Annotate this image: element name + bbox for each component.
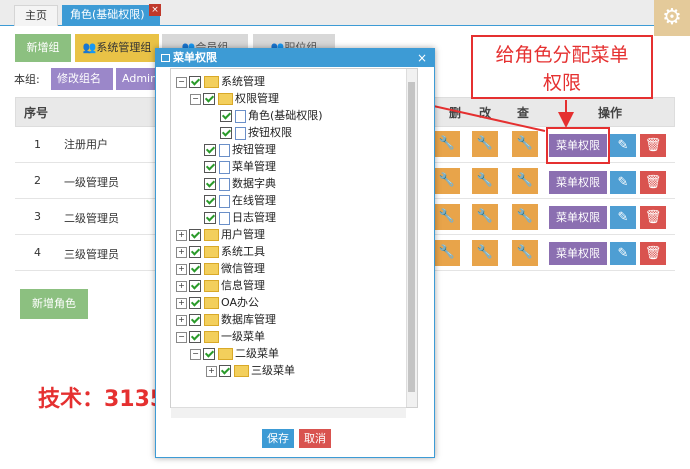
folder-icon — [218, 348, 233, 360]
checkbox[interactable] — [189, 280, 201, 292]
folder-icon — [204, 331, 219, 343]
folder-icon — [204, 280, 219, 292]
checkbox[interactable] — [189, 331, 201, 343]
folder-icon — [234, 365, 249, 377]
tree-node[interactable]: − 二级菜单 — [190, 345, 279, 362]
tree-label: 在线管理 — [232, 194, 276, 207]
checkbox[interactable] — [189, 314, 201, 326]
tree-node[interactable]: − 一级菜单 — [176, 328, 265, 345]
tree-node[interactable]: 数据字典 — [204, 175, 276, 192]
checkbox[interactable] — [204, 195, 216, 207]
tree-node[interactable]: + 信息管理 — [176, 277, 265, 294]
tree-toggle[interactable]: + — [176, 263, 187, 275]
tree-toggle[interactable]: − — [176, 331, 187, 343]
tree-label: 系统管理 — [221, 75, 265, 88]
tree-node[interactable]: + 三级菜单 — [206, 362, 295, 379]
tree-toggle[interactable]: + — [176, 229, 187, 241]
tree-node[interactable]: 按钮权限 — [220, 124, 292, 141]
checkbox[interactable] — [204, 178, 216, 190]
tree-toggle[interactable]: − — [176, 76, 187, 88]
scrollbar-thumb[interactable] — [408, 82, 415, 392]
file-icon — [219, 211, 230, 225]
file-icon — [235, 109, 246, 123]
tree-label: 用户管理 — [221, 228, 265, 241]
tree-toggle[interactable]: − — [190, 348, 201, 360]
tree-label: 信息管理 — [221, 279, 265, 292]
tree-toggle[interactable]: − — [190, 93, 201, 105]
tree-toggle[interactable]: + — [176, 297, 187, 309]
file-icon — [219, 160, 230, 174]
checkbox[interactable] — [220, 110, 232, 122]
tree-node[interactable]: 角色(基础权限) — [220, 107, 323, 124]
tree-label: 数据库管理 — [221, 313, 276, 326]
folder-icon — [204, 297, 219, 309]
tree-label: 一级菜单 — [221, 330, 265, 343]
checkbox[interactable] — [189, 263, 201, 275]
cancel-button[interactable]: 取消 — [299, 429, 331, 448]
tree-node[interactable]: + 用户管理 — [176, 226, 265, 243]
tree-label: 系统工具 — [221, 245, 265, 258]
tree-label: 二级菜单 — [235, 347, 279, 360]
tree-node[interactable]: + 数据库管理 — [176, 311, 276, 328]
checkbox[interactable] — [219, 365, 231, 377]
checkbox[interactable] — [204, 212, 216, 224]
checkbox[interactable] — [220, 127, 232, 139]
tree-node[interactable]: 菜单管理 — [204, 158, 276, 175]
folder-icon — [204, 246, 219, 258]
file-icon — [219, 194, 230, 208]
file-icon — [219, 177, 230, 191]
tree-toggle[interactable]: + — [176, 246, 187, 258]
tree-node[interactable]: 按钮管理 — [204, 141, 276, 158]
tree-node[interactable]: 在线管理 — [204, 192, 276, 209]
tree-toggle[interactable]: + — [206, 365, 217, 377]
close-icon[interactable]: × — [414, 49, 430, 67]
tree-label: 菜单管理 — [232, 160, 276, 173]
checkbox[interactable] — [189, 229, 201, 241]
save-button[interactable]: 保存 — [262, 429, 294, 448]
checkbox[interactable] — [189, 297, 201, 309]
tree-label: 三级菜单 — [251, 364, 295, 377]
tree-toggle[interactable]: + — [176, 314, 187, 326]
tree-label: 数据字典 — [232, 177, 276, 190]
window-icon — [161, 54, 170, 62]
folder-icon — [204, 314, 219, 326]
tree-label: 权限管理 — [235, 92, 279, 105]
dialog-title: 菜单权限 — [156, 49, 434, 67]
checkbox[interactable] — [189, 246, 201, 258]
tree-label: 角色(基础权限) — [248, 109, 323, 122]
tree-node[interactable]: − 权限管理 — [190, 90, 279, 107]
checkbox[interactable] — [203, 348, 215, 360]
folder-icon — [218, 93, 233, 105]
checkbox[interactable] — [203, 93, 215, 105]
folder-icon — [204, 263, 219, 275]
folder-icon — [204, 76, 219, 88]
tree-label: 日志管理 — [232, 211, 276, 224]
tree-label: OA办公 — [221, 296, 259, 309]
tree-node[interactable]: + OA办公 — [176, 294, 259, 311]
checkbox[interactable] — [204, 161, 216, 173]
checkbox[interactable] — [189, 76, 201, 88]
horizontal-scrollbar[interactable] — [171, 407, 406, 418]
checkbox[interactable] — [204, 144, 216, 156]
tree-node[interactable]: 日志管理 — [204, 209, 276, 226]
tree-node[interactable]: + 微信管理 — [176, 260, 265, 277]
tree-node[interactable]: + 系统工具 — [176, 243, 265, 260]
tree-label: 按钮权限 — [248, 126, 292, 139]
folder-icon — [204, 229, 219, 241]
tree-label: 按钮管理 — [232, 143, 276, 156]
tree-label: 微信管理 — [221, 262, 265, 275]
tree-toggle[interactable]: + — [176, 280, 187, 292]
tree-node[interactable]: − 系统管理 — [176, 73, 265, 90]
file-icon — [235, 126, 246, 140]
file-icon — [219, 143, 230, 157]
